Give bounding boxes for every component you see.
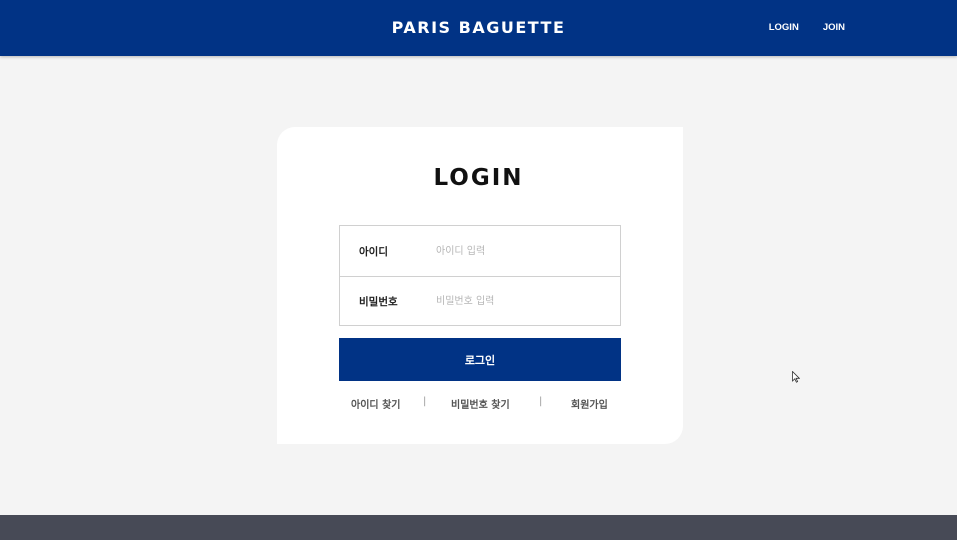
id-label: 아이디 <box>359 245 388 258</box>
login-button[interactable]: 로그인 <box>339 338 621 381</box>
login-title: LOGIN <box>433 165 524 191</box>
account-links: 아이디 찾기 | 비밀번호 찾기 | 회원가입 <box>339 396 621 411</box>
top-header: PARIS BAGUETTE LOGIN JOIN <box>0 0 957 56</box>
id-row: 아이디 <box>340 226 620 276</box>
nav-login-link[interactable]: LOGIN <box>769 22 799 33</box>
mouse-cursor-icon <box>792 371 800 383</box>
header-nav: LOGIN JOIN <box>769 22 845 33</box>
password-row: 비밀번호 <box>340 276 620 326</box>
page-footer <box>0 515 957 540</box>
find-password-link[interactable]: 비밀번호 찾기 <box>451 396 510 411</box>
password-input[interactable] <box>436 286 620 317</box>
link-separator: | <box>539 396 543 407</box>
id-input[interactable] <box>436 236 620 266</box>
login-form: 아이디 비밀번호 <box>339 225 621 326</box>
find-id-link[interactable]: 아이디 찾기 <box>351 396 400 411</box>
nav-join-link[interactable]: JOIN <box>823 22 845 33</box>
link-separator: | <box>423 396 427 407</box>
signup-link[interactable]: 회원가입 <box>571 396 608 411</box>
password-label: 비밀번호 <box>359 296 398 308</box>
